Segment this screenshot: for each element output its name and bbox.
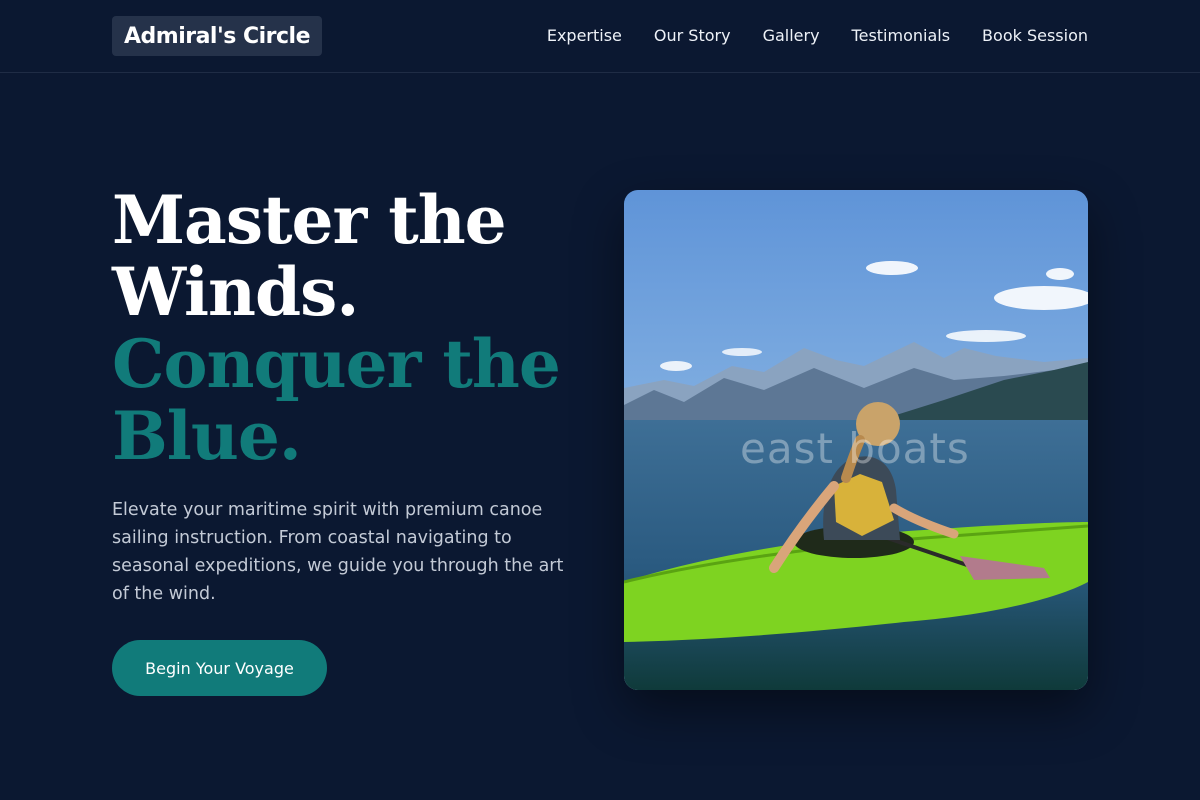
nav-link-gallery[interactable]: Gallery [763, 26, 820, 45]
nav-link-book-session[interactable]: Book Session [982, 26, 1088, 45]
headline-line-2: Winds. [112, 253, 359, 331]
hero-headline: Master the Winds. Conquer the Blue. [112, 184, 592, 472]
image-watermark: east boats [740, 424, 970, 473]
hero-photo: east boats [624, 190, 1088, 690]
nav-link-expertise[interactable]: Expertise [547, 26, 622, 45]
nav-links: Expertise Our Story Gallery Testimonials… [547, 24, 1088, 46]
brand-logo[interactable]: Admiral's Circle [112, 16, 323, 56]
hero-description: Elevate your maritime spirit with premiu… [112, 500, 564, 604]
begin-voyage-button[interactable]: Begin Your Voyage [112, 640, 327, 696]
headline-line-3: Conquer the [112, 325, 561, 403]
nav-link-testimonials[interactable]: Testimonials [852, 26, 951, 45]
top-navbar: Admiral's Circle Expertise Our Story Gal… [0, 0, 1200, 73]
headline-line-4: Blue. [112, 397, 302, 475]
headline-line-1: Master the [112, 181, 507, 259]
nav-link-our-story[interactable]: Our Story [654, 26, 731, 45]
